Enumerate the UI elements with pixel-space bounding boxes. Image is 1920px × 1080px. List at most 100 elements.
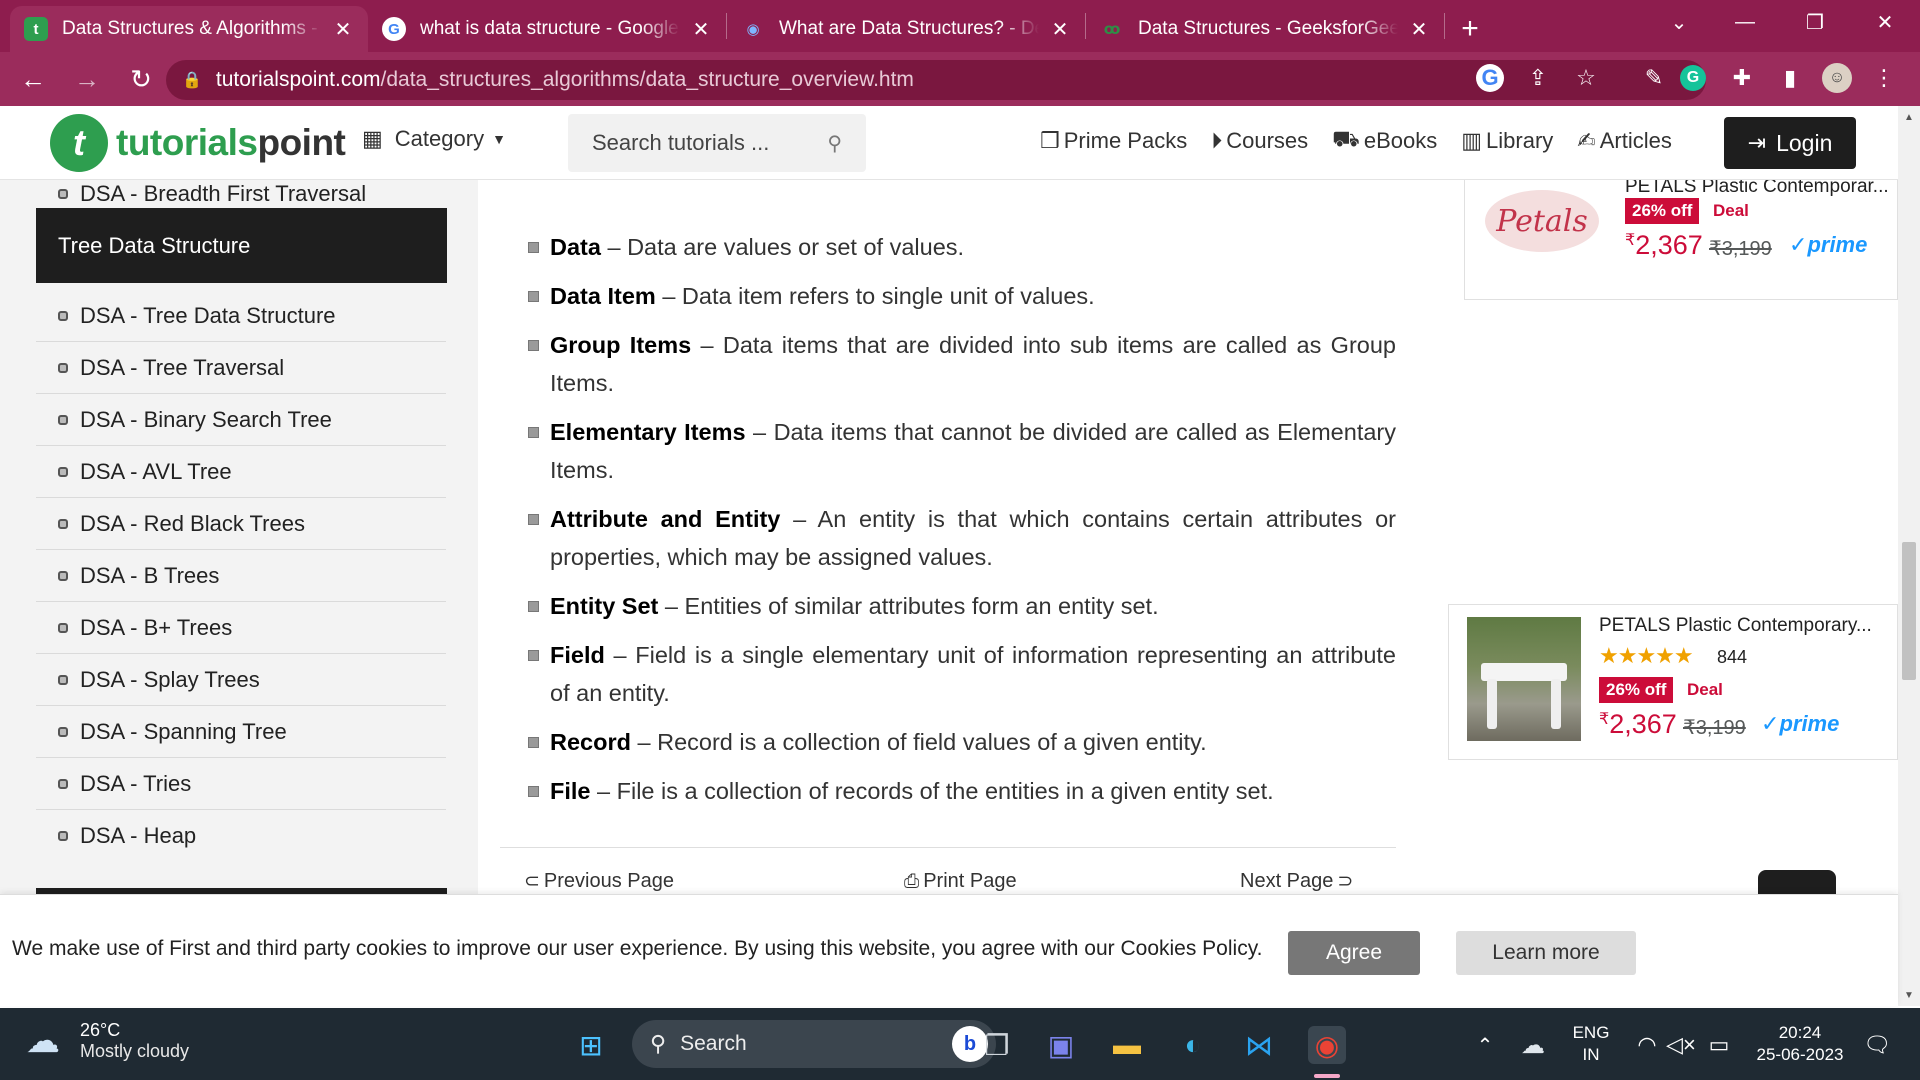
tab-search-chevron-icon[interactable]: ⌄ <box>1646 0 1712 44</box>
tutorialspoint-logo[interactable]: t tutorialspoint <box>50 114 346 172</box>
search-icon[interactable]: ⚲ <box>827 131 842 156</box>
login-button[interactable]: ⇥ Login <box>1724 117 1856 169</box>
prime-badge: ✓prime <box>1761 711 1840 736</box>
back-button[interactable]: ← <box>12 58 54 100</box>
web-page: t tutorialspoint ▦ Category ▼ Search tut… <box>0 106 1898 1006</box>
sidebar-item[interactable]: DSA - AVL Tree <box>36 446 446 498</box>
clock[interactable]: 20:24 25-06-2023 <box>1748 1022 1852 1066</box>
tab-geeksforgeeks[interactable]: ꝏ Data Structures - GeeksforGeeks ✕ <box>1086 6 1444 52</box>
restore-button[interactable]: ❐ <box>1782 0 1848 44</box>
edge-browser-icon[interactable]: ◐ <box>1174 1026 1212 1064</box>
ad-price: ₹2,367 <box>1625 230 1703 260</box>
page-scrollbar[interactable]: ▲ ▼ <box>1898 106 1920 1006</box>
grammarly-icon[interactable]: G <box>1680 65 1706 91</box>
nav-prime-packs[interactable]: ❒ Prime Packs <box>1040 128 1187 154</box>
cubes-icon: ❒ <box>1040 127 1060 153</box>
cookie-consent-banner: We make use of First and third party coo… <box>0 894 1898 1006</box>
vscode-icon[interactable]: ⋈ <box>1240 1026 1278 1064</box>
task-view-icon[interactable]: ❐ <box>978 1026 1016 1064</box>
share-icon[interactable]: ⇪ <box>1522 62 1554 94</box>
sidebar-item[interactable]: DSA - Tree Data Structure <box>36 290 446 342</box>
tab-google-search[interactable]: G what is data structure - Google S ✕ <box>368 6 726 52</box>
notifications-icon[interactable]: 🗨 <box>1858 1026 1896 1064</box>
scroll-down-arrow-icon[interactable]: ▼ <box>1898 990 1920 1001</box>
sidebar-heading-tree-data-structure[interactable]: Tree Data Structure <box>36 208 447 283</box>
forward-button[interactable]: → <box>66 58 108 100</box>
close-tab-icon[interactable]: ✕ <box>1049 17 1071 42</box>
side-panel-icon[interactable]: ▮ <box>1774 62 1806 94</box>
scroll-up-arrow-icon[interactable]: ▲ <box>1898 112 1920 123</box>
new-tab-button[interactable]: + <box>1445 6 1495 52</box>
sidebar-item[interactable]: DSA - B+ Trees <box>36 602 446 654</box>
language-indicator[interactable]: ENG IN <box>1566 1022 1616 1066</box>
nav-library[interactable]: ▥ Library <box>1461 128 1553 154</box>
menu-kebab-icon[interactable]: ⋮ <box>1868 62 1900 94</box>
category-menu[interactable]: ▦ Category ▼ <box>362 126 506 152</box>
tab-title: what is data structure - Google S <box>420 18 680 39</box>
reload-button[interactable]: ↻ <box>120 58 162 100</box>
pen-extension-icon[interactable]: ✎ <box>1638 62 1670 94</box>
google-lens-icon[interactable]: G <box>1476 64 1504 92</box>
amazon-ad-banner-top[interactable]: Petals PETALS Plastic Contemporar... 26%… <box>1464 176 1898 300</box>
previous-page-link[interactable]: ⊂ Previous Page <box>520 870 674 893</box>
sidebar-item[interactable]: DSA - Red Black Trees <box>36 498 446 550</box>
bullet-icon <box>58 310 68 321</box>
weather-widget[interactable]: ☁ 26°C Mostly cloudy <box>26 1020 189 1062</box>
battery-icon[interactable]: ▭ <box>1700 1026 1738 1064</box>
tutorialspoint-favicon-icon: t <box>24 17 48 41</box>
wifi-icon[interactable]: ◠ <box>1628 1026 1666 1064</box>
chrome-icon[interactable]: ◉ <box>1308 1026 1346 1064</box>
sidebar-item[interactable]: DSA - Heap <box>36 810 446 862</box>
speaker-muted-icon[interactable]: ◁× <box>1662 1026 1700 1064</box>
nav-ebooks[interactable]: ⛟ eBooks <box>1332 126 1437 155</box>
extensions-puzzle-icon[interactable]: ✚ <box>1726 62 1758 94</box>
main-nav: ❒ Prime Packs ⏵ Courses ⛟ eBooks ▥ Library ✍… <box>1040 126 1696 155</box>
tab-tutorialspoint[interactable]: t Data Structures & Algorithms - O ✕ <box>10 6 368 52</box>
sidebar-item[interactable]: DSA - Tree Traversal <box>36 342 446 394</box>
chevron-down-icon: ▼ <box>492 131 506 147</box>
bullet-icon <box>58 622 68 633</box>
url-path: /data_structures_algorithms/data_structu… <box>380 68 914 91</box>
sidebar-item[interactable]: DSA - Binary Search Tree <box>36 394 446 446</box>
definition-item: File – File is a collection of records o… <box>528 772 1396 810</box>
onedrive-cloud-icon[interactable]: ☁ <box>1514 1026 1552 1064</box>
minimize-button[interactable]: — <box>1712 0 1778 44</box>
chevron-left-circle-icon: ⊂ <box>524 871 540 892</box>
search-input[interactable]: Search tutorials ... ⚲ <box>568 114 866 172</box>
tab-what-are-data-structures[interactable]: ◉ What are Data Structures? - Defir ✕ <box>727 6 1085 52</box>
product-image-table <box>1467 617 1581 741</box>
taskbar-search[interactable]: ⚲ Search b <box>632 1020 996 1068</box>
file-explorer-icon[interactable]: ▬ <box>1108 1026 1146 1064</box>
ad-mrp: ₹3,199 <box>1709 238 1772 260</box>
chevron-up-icon[interactable]: ⌃ <box>1466 1026 1504 1064</box>
close-tab-icon[interactable]: ✕ <box>690 17 712 42</box>
sidebar: DSA - Breadth First Traversal Tree Data … <box>0 180 478 1006</box>
search-placeholder: Search tutorials ... <box>592 130 770 155</box>
chevron-right-circle-icon: ⊃ <box>1337 871 1354 892</box>
nav-courses[interactable]: ⏵ Courses <box>1211 128 1308 154</box>
cookie-text: We make use of First and third party coo… <box>12 937 1263 960</box>
teams-chat-icon[interactable]: ▣ <box>1042 1026 1080 1064</box>
main-content: Data – Data are values or set of values.… <box>500 180 1396 1006</box>
learn-more-button[interactable]: Learn more <box>1456 931 1636 975</box>
profile-avatar[interactable]: ☺ <box>1822 63 1852 93</box>
sidebar-item[interactable]: DSA - B Trees <box>36 550 446 602</box>
sidebar-item[interactable]: DSA - Tries <box>36 758 446 810</box>
close-tab-icon[interactable]: ✕ <box>1408 17 1430 42</box>
amazon-ad-banner-product[interactable]: PETALS Plastic Contemporary... ★★★★★ 844… <box>1448 604 1898 760</box>
next-page-link[interactable]: Next Page ⊃ <box>1240 870 1357 893</box>
address-bar[interactable]: 🔒 tutorialspoint.com/data_structures_alg… <box>166 60 1706 100</box>
bookmark-star-icon[interactable]: ☆ <box>1570 62 1602 94</box>
agree-button[interactable]: Agree <box>1288 931 1420 975</box>
windows-start-icon[interactable]: ⊞ <box>572 1026 610 1064</box>
sidebar-item[interactable]: DSA - Splay Trees <box>36 654 446 706</box>
sidebar-item[interactable]: DSA - Spanning Tree <box>36 706 446 758</box>
scrollbar-thumb[interactable] <box>1902 542 1916 680</box>
discount-badge: 26% off <box>1625 198 1700 224</box>
definition-item: Data – Data are values or set of values. <box>528 228 1396 266</box>
print-page-link[interactable]: ⎙ Print Page <box>900 870 1017 893</box>
nav-articles[interactable]: ✍ Articles <box>1577 128 1672 154</box>
close-window-button[interactable]: ✕ <box>1852 0 1918 44</box>
logo-text: tutorialspoint <box>116 122 346 163</box>
close-tab-icon[interactable]: ✕ <box>332 17 354 42</box>
